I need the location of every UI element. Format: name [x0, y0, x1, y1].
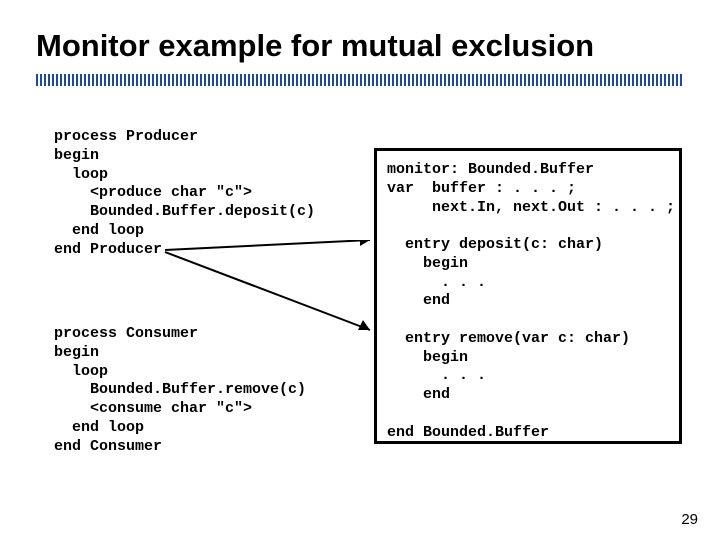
- slide: Monitor example for mutual exclusion pro…: [0, 0, 720, 540]
- monitor-code: monitor: Bounded.Buffer var buffer : . .…: [387, 161, 673, 442]
- slide-title: Monitor example for mutual exclusion: [36, 28, 594, 64]
- page-number: 29: [681, 511, 698, 528]
- monitor-box: monitor: Bounded.Buffer var buffer : . .…: [374, 148, 682, 444]
- title-underline: [36, 74, 684, 86]
- producer-code: process Producer begin loop <produce cha…: [54, 128, 315, 259]
- consumer-code: process Consumer begin loop Bounded.Buff…: [54, 325, 306, 456]
